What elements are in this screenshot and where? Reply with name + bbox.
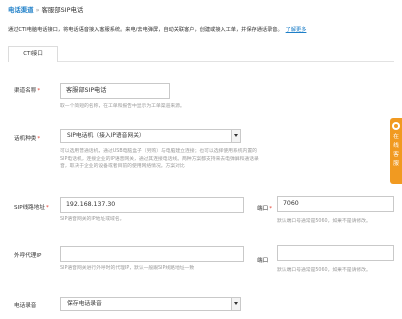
intro-description: 通过CTI电脑电话接口，将电话语音接入客服系统。来电/去电弹屏，自动关联客户，创… — [8, 26, 306, 33]
sip-port-label-text: 端口 — [257, 206, 269, 212]
required-mark: * — [269, 206, 272, 212]
chevron-down-icon[interactable] — [231, 130, 240, 142]
tab-bar: CTI接口 — [8, 46, 394, 62]
required-mark: * — [37, 136, 41, 142]
sip-port-input[interactable]: 7060 — [277, 196, 394, 212]
device-type-selected-value: SIP电话机（接入IP语音网关） — [67, 133, 145, 139]
device-type-hint-line: 可以选用普通话机，通过USB电脑盒子（另购）与电脑建立连接；也可以选择使用系统内… — [60, 149, 257, 154]
intro-text: 通过CTI电脑电话接口，将电话语音接入客服系统。来电/去电弹屏，自动关联客户，创… — [8, 27, 283, 33]
recording-select[interactable]: 保存电话录音 — [60, 297, 241, 311]
channel-name-hint: 取一个简短的名称，在工单和报告中显示为工单渠道来源。 — [60, 104, 185, 109]
proxy-port-label-text: 端口 — [257, 258, 269, 264]
proxy-port-hint: 默认端口号通常是5060，如果不是请修改。 — [277, 268, 371, 273]
channel-name-label: 渠道名称* — [14, 86, 40, 94]
recording-label: 电话录音 — [14, 301, 36, 309]
breadcrumb: 电话渠道» 客服部SIP电话 — [8, 5, 83, 14]
recording-selected-value: 保存电话录音 — [67, 301, 102, 307]
device-type-hint-line: 音，取决于企业的设备或者目前的使用网络情况。方案对比 — [60, 164, 185, 170]
proxy-input[interactable] — [60, 246, 244, 262]
learn-more-link[interactable]: 了解更多 — [286, 27, 307, 33]
recording-label-text: 电话录音 — [14, 303, 37, 309]
online-service-label: 在 线 客 服 — [390, 133, 402, 169]
sip-address-hint: SIP语音网关的IP地址或域名。 — [60, 217, 125, 222]
sip-port-label: 端口* — [257, 204, 272, 212]
sip-address-input[interactable]: 192.168.137.30 — [60, 197, 244, 213]
channel-name-input[interactable]: 客服部SIP电话 — [60, 83, 170, 99]
proxy-port-input[interactable] — [277, 245, 394, 261]
online-service-widget[interactable]: 在 线 客 服 — [390, 118, 402, 184]
channel-name-label-text: 渠道名称 — [14, 88, 37, 94]
device-type-label: 话机种类* — [14, 134, 40, 142]
proxy-hint: SIP语音网关进行外呼时的代理IP，默认一般跟SIP线路地址一致 — [60, 266, 195, 271]
device-type-hint-line: SIP电话机，连接企业的IP语音网关，通过其连接电话线。两种方案都支持来去电弹屏… — [60, 156, 259, 162]
device-type-select[interactable]: SIP电话机（接入IP语音网关） — [60, 129, 241, 143]
proxy-label-text: 外呼代理IP — [14, 253, 42, 259]
sip-port-hint: 默认端口号通常是5060，如果不是请修改。 — [277, 219, 371, 224]
online-service-char: 服 — [393, 161, 399, 167]
required-mark: * — [45, 205, 49, 211]
proxy-label: 外呼代理IP — [14, 251, 41, 259]
breadcrumb-current: 客服部SIP电话 — [41, 6, 84, 14]
online-service-char: 在 — [393, 134, 399, 140]
online-service-char: 客 — [393, 152, 399, 158]
online-service-char: 线 — [393, 143, 399, 149]
breadcrumb-link-phone-channel[interactable]: 电话渠道 — [8, 6, 34, 14]
sip-address-label-text: SIP线路地址 — [14, 205, 45, 211]
breadcrumb-separator: » — [35, 6, 40, 14]
device-type-label-text: 话机种类 — [14, 136, 37, 142]
chevron-down-icon[interactable] — [231, 298, 240, 310]
chat-bubble-icon — [392, 122, 400, 130]
sip-address-label: SIP线路地址* — [14, 203, 49, 211]
tab-cti-interface[interactable]: CTI接口 — [8, 46, 58, 62]
required-mark: * — [37, 88, 41, 94]
proxy-port-label: 端口 — [257, 256, 268, 264]
device-type-hint: 可以选用普通话机，通过USB电脑盒子（另购）与电脑建立连接；也可以选择使用系统内… — [60, 148, 259, 171]
